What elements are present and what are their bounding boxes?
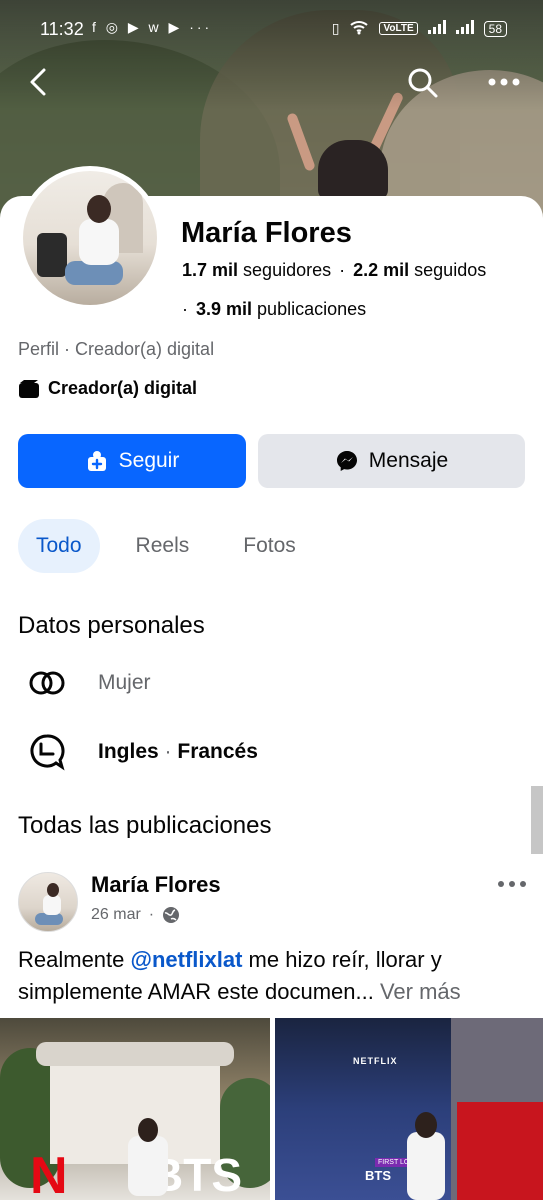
- photo-person: [415, 1112, 437, 1138]
- photo-gate-roof: [36, 1042, 234, 1066]
- separator: ·: [164, 740, 172, 763]
- profile-stats-posts: · 3.9 mil publicaciones: [182, 299, 366, 320]
- all-posts-title: Todas las publicaciones: [18, 812, 272, 839]
- post-text: Realmente @netflixlat me hizo reír, llor…: [18, 944, 533, 1008]
- scrollbar[interactable]: [531, 786, 543, 854]
- photo-bts-title: BTS: [365, 1168, 391, 1183]
- posts-count: 3.9 mil: [196, 299, 253, 319]
- avatar-person: [79, 219, 119, 265]
- posts-label: publicaciones: [257, 299, 367, 319]
- following-count: 2.2 mil: [353, 260, 410, 280]
- chevron-left-icon: [30, 68, 46, 96]
- avatar-chair: [37, 233, 67, 277]
- post-mention-link[interactable]: @netflixlat: [131, 947, 243, 972]
- notification-icons: f ◎ ▶ w ▶ ···: [92, 19, 213, 35]
- messenger-icon: [336, 451, 357, 471]
- cover-person: [318, 140, 388, 200]
- gender-value: Mujer: [98, 671, 151, 694]
- following-label: seguidos: [414, 260, 487, 280]
- status-bar: 11:32 f ◎ ▶ w ▶ ··· ▯ VoLTE 58: [0, 0, 543, 60]
- post-author-avatar[interactable]: [18, 872, 78, 932]
- profile-category: Creador(a) digital: [18, 378, 197, 399]
- gender-icon: [29, 671, 65, 695]
- gender-row: Mujer: [28, 668, 151, 698]
- language-icon: [30, 734, 65, 771]
- post-options-button[interactable]: [494, 870, 530, 898]
- profile-type: Perfil · Creador(a) digital: [18, 339, 215, 359]
- more-horizontal-icon: [488, 78, 520, 86]
- photo-person: [138, 1118, 158, 1142]
- message-button[interactable]: Mensaje: [258, 434, 525, 488]
- followers-count: 1.7 mil: [182, 260, 239, 280]
- post-photo[interactable]: NETFLIX FIRST LOOK BTS: [275, 1018, 543, 1200]
- photo-sign-netflix: N: [30, 1147, 70, 1200]
- language-item[interactable]: Ingles: [98, 740, 159, 763]
- separator: ·: [339, 260, 346, 280]
- follow-label: Seguir: [118, 449, 180, 472]
- profile-stats: 1.7 mil seguidores · 2.2 mil seguidos: [182, 260, 486, 281]
- more-horizontal-icon: [498, 881, 526, 887]
- personal-data-title: Datos personales: [18, 612, 205, 639]
- battery-icon: 58: [483, 20, 507, 37]
- message-label: Mensaje: [368, 449, 449, 472]
- search-icon: [408, 68, 438, 98]
- status-time: 11:32: [40, 19, 84, 39]
- see-more-link[interactable]: Ver más: [380, 979, 461, 1004]
- volte-badge: VoLTE: [379, 22, 418, 35]
- followers-link[interactable]: 1.7 mil seguidores: [182, 260, 331, 280]
- tab-fotos[interactable]: Fotos: [225, 519, 314, 573]
- language-item[interactable]: Francés: [177, 740, 258, 763]
- globe-icon: [163, 907, 180, 923]
- profile-name: María Flores: [181, 217, 352, 249]
- add-friend-icon: [87, 451, 106, 471]
- tab-reels[interactable]: Reels: [118, 519, 208, 573]
- clapperboard-icon: [19, 379, 39, 398]
- avatar-person: [87, 195, 111, 223]
- post-meta: 26 mar ·: [91, 906, 180, 924]
- languages-row: Ingles · Francés: [28, 733, 258, 771]
- profile-tabs: Todo Reels Fotos: [18, 519, 332, 573]
- post-date[interactable]: 26 mar: [91, 906, 141, 924]
- photo-person: [407, 1132, 445, 1200]
- post-author-name[interactable]: María Flores: [91, 872, 221, 898]
- profile-avatar[interactable]: [18, 166, 162, 310]
- separator: ·: [148, 906, 155, 923]
- category-label: Creador(a) digital: [48, 378, 198, 398]
- follow-button[interactable]: Seguir: [18, 434, 246, 488]
- post-text-start: Realmente: [18, 947, 131, 972]
- avatar-person: [43, 895, 61, 915]
- more-options-button[interactable]: [484, 64, 524, 100]
- photo-netflix-letter: [457, 1102, 543, 1200]
- signal-icon: [427, 20, 446, 37]
- separator: ·: [182, 299, 188, 319]
- signal-icon: [455, 20, 474, 37]
- avatar-photo: [23, 171, 157, 305]
- photo-person: [128, 1136, 168, 1196]
- vibrate-icon: ▯: [331, 20, 340, 36]
- following-link[interactable]: 2.2 mil seguidos: [353, 260, 486, 280]
- wifi-icon: [349, 19, 369, 38]
- search-button[interactable]: [404, 64, 440, 100]
- back-button[interactable]: [22, 64, 58, 100]
- tab-todo[interactable]: Todo: [18, 519, 100, 573]
- post-photo[interactable]: N BTS: [0, 1018, 270, 1200]
- status-indicators: ▯ VoLTE 58: [332, 19, 507, 38]
- languages-value: Ingles · Francés: [98, 740, 258, 764]
- followers-label: seguidores: [243, 260, 332, 280]
- avatar-person: [47, 883, 59, 897]
- photo-netflix-logo: NETFLIX: [353, 1056, 398, 1066]
